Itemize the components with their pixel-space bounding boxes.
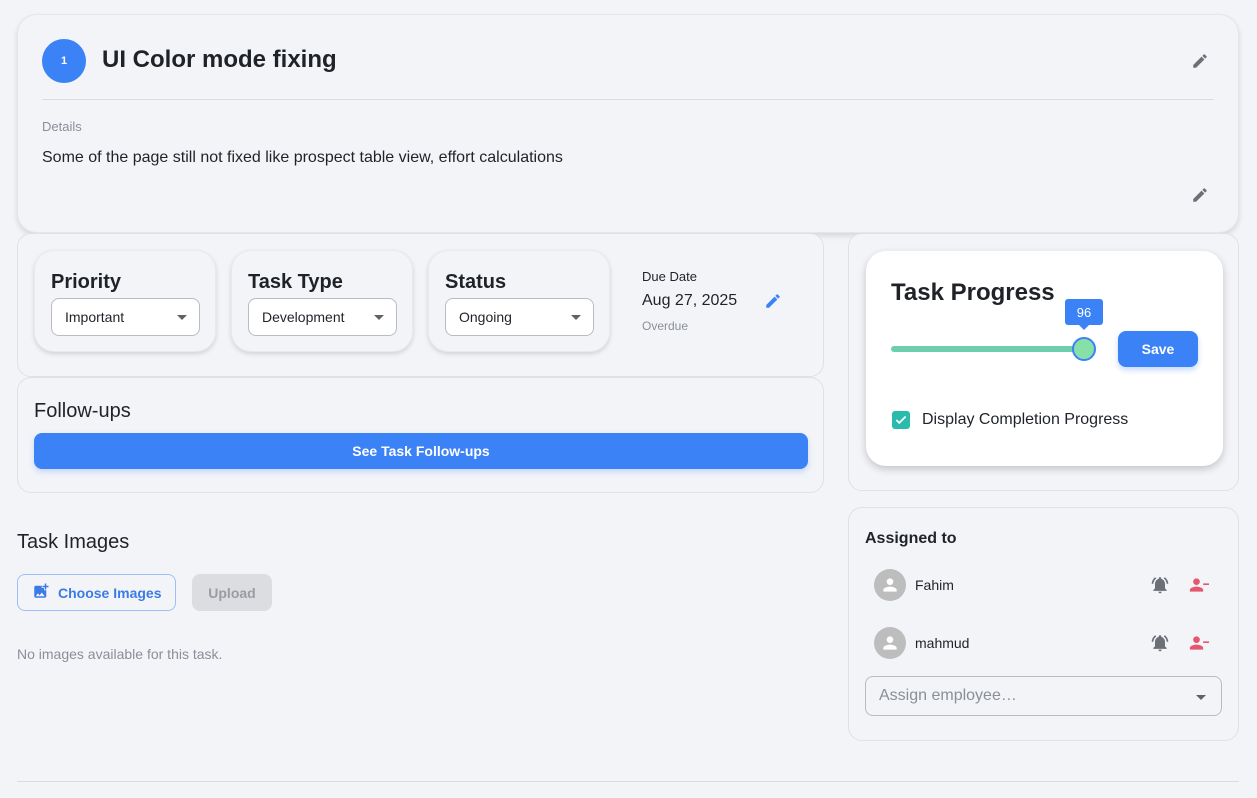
assignee-row: Fahim [874, 569, 1214, 601]
assign-employee-select[interactable]: Assign employee… [865, 676, 1222, 716]
task-progress-card: Task Progress 96 Save Display Completion… [866, 251, 1223, 466]
chevron-down-icon [1196, 695, 1206, 700]
task-progress-title: Task Progress [891, 279, 1055, 306]
priority-card: Priority Important [34, 250, 216, 352]
person-icon [883, 636, 897, 650]
task-type-card: Task Type Development [231, 250, 413, 352]
task-meta-card: Priority Important Task Type Development… [17, 233, 824, 377]
assignee-row: mahmud [874, 627, 1214, 659]
person-remove-icon[interactable] [1188, 633, 1210, 658]
choose-images-label: Choose Images [58, 584, 162, 601]
progress-slider[interactable]: 96 [891, 299, 1103, 361]
task-title: UI Color mode fixing [102, 46, 337, 73]
due-date-value: Aug 27, 2025 [642, 292, 738, 309]
chevron-down-icon [571, 315, 581, 320]
due-date-status: Overdue [642, 319, 689, 333]
upload-button[interactable]: Upload [192, 574, 272, 611]
save-progress-button[interactable]: Save [1118, 331, 1198, 367]
assignee-name: Fahim [915, 577, 954, 593]
task-images-title: Task Images [17, 531, 130, 553]
header-divider [42, 99, 1214, 100]
assign-employee-placeholder: Assign employee… [879, 687, 1017, 704]
status-value: Ongoing [459, 309, 512, 325]
priority-label: Priority [51, 271, 122, 293]
priority-select[interactable]: Important [51, 298, 200, 336]
task-type-label: Task Type [248, 271, 343, 293]
chevron-down-icon [177, 315, 187, 320]
avatar [874, 569, 906, 601]
assigned-card: Assigned to Fahim mahmud Assign employee… [848, 507, 1239, 741]
followups-title: Follow-ups [34, 400, 131, 422]
task-header-card: 1 UI Color mode fixing Details Some of t… [17, 14, 1239, 233]
details-label: Details [42, 119, 82, 134]
edit-title-icon[interactable] [1190, 51, 1210, 71]
display-completion-label: Display Completion Progress [922, 411, 1129, 428]
task-type-value: Development [262, 309, 345, 325]
bottom-divider [17, 781, 1239, 782]
status-select[interactable]: Ongoing [445, 298, 594, 336]
check-icon [895, 415, 907, 425]
progress-value-tooltip: 96 [1064, 299, 1103, 330]
bell-icon[interactable] [1150, 575, 1170, 600]
status-card: Status Ongoing [428, 250, 610, 352]
edit-details-icon[interactable] [1190, 185, 1210, 205]
priority-value: Important [65, 309, 125, 325]
status-label: Status [445, 271, 507, 293]
chevron-down-icon [374, 315, 384, 320]
see-followups-button[interactable]: See Task Follow-ups [34, 433, 808, 469]
avatar [874, 627, 906, 659]
assignee-name: mahmud [915, 635, 970, 651]
progress-section: Task Progress 96 Save Display Completion… [848, 233, 1239, 491]
person-remove-icon[interactable] [1188, 575, 1210, 600]
progress-slider-thumb[interactable] [1071, 337, 1096, 361]
progress-slider-fill [891, 346, 1084, 352]
display-completion-checkbox[interactable] [892, 411, 910, 429]
choose-images-button[interactable]: Choose Images [17, 574, 176, 611]
person-icon [883, 578, 897, 592]
due-date-label: Due Date [642, 269, 697, 284]
assigned-title: Assigned to [865, 530, 957, 547]
no-images-text: No images available for this task. [17, 646, 223, 662]
edit-due-date-icon[interactable] [763, 291, 783, 311]
bell-icon[interactable] [1150, 633, 1170, 658]
details-text: Some of the page still not fixed like pr… [42, 149, 563, 166]
followups-card: Follow-ups See Task Follow-ups [17, 377, 824, 493]
task-type-select[interactable]: Development [248, 298, 397, 336]
image-add-icon [32, 582, 50, 603]
task-number-badge: 1 [42, 39, 86, 83]
